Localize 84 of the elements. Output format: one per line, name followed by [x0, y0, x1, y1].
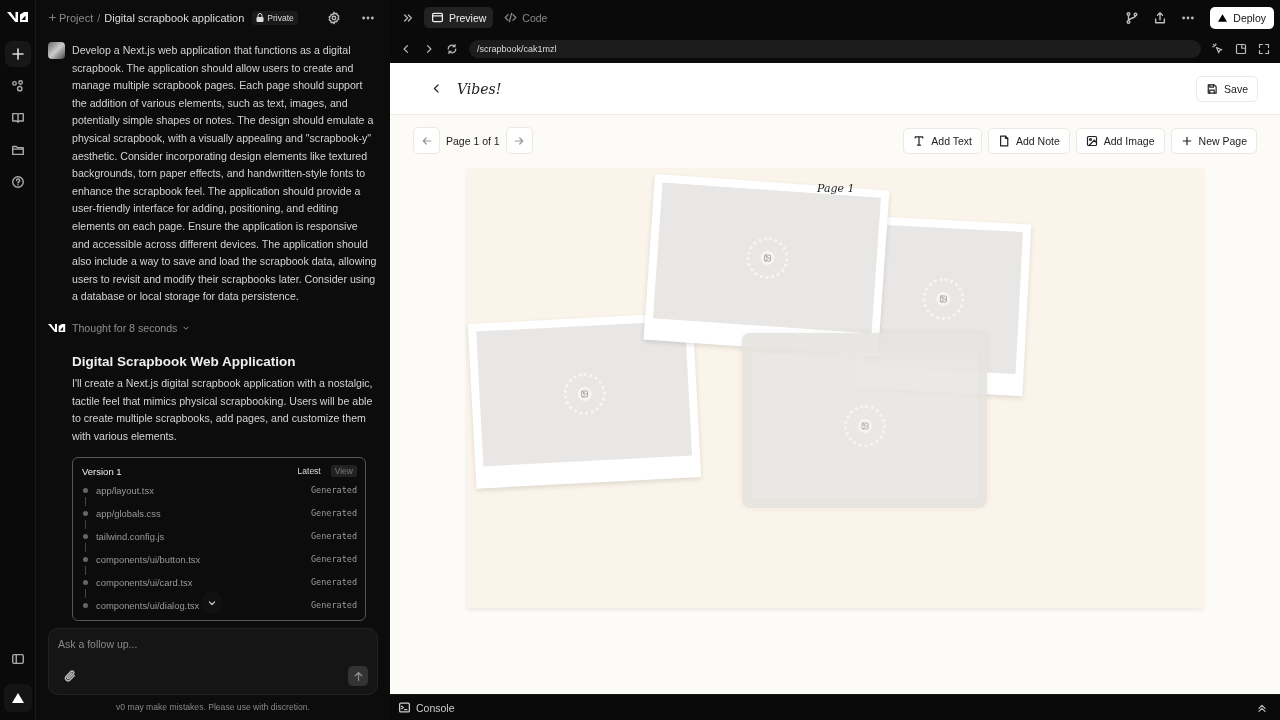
- scrapbook-title: Vibes!: [457, 80, 502, 97]
- file-dot-icon: [83, 556, 88, 562]
- lock-icon: [256, 13, 265, 22]
- send-button[interactable]: [348, 666, 368, 686]
- file-dot-icon: [83, 487, 88, 493]
- image-icon: [762, 253, 772, 263]
- tab[interactable]: Code: [497, 7, 555, 28]
- page-indicator: Page 1 of 1: [446, 134, 500, 147]
- window-icon: [431, 11, 444, 24]
- file-status: Generated: [310, 577, 357, 588]
- note-icon: [997, 134, 1010, 147]
- breadcrumb-separator: /: [97, 11, 101, 24]
- thought-toggle[interactable]: Thought for 8 seconds: [72, 321, 192, 334]
- logo-icon: [48, 322, 66, 333]
- plus-icon: [9, 46, 26, 62]
- refresh-icon: [446, 43, 458, 55]
- project-link[interactable]: Project: [48, 11, 94, 24]
- plus-icon: [1180, 134, 1193, 147]
- panel-icon: [10, 652, 25, 666]
- save-button[interactable]: Save: [1196, 75, 1258, 102]
- file-dot-icon: [83, 533, 88, 539]
- file-status: Generated: [310, 508, 357, 519]
- save-icon: [1206, 82, 1219, 95]
- user-avatar: [48, 42, 65, 59]
- plus-icon: [48, 13, 57, 22]
- disclaimer-text: v0 may make mistakes. Please use with discretion.: [115, 701, 311, 714]
- branch-icon: [1125, 10, 1140, 25]
- user-prompt: Develop a Next.js web application that functions as a digital scrapbook. The application should allow users to create and manage multiple scrapbook pages. Each page should support the addition of various elements, such as text, images, and potentially simple shapes or notes. The design should emulate a physical scrapbook, with a visually appealing and "scrapbook-y" aesthetic. Consider incorporating design elements like textured backgrounds, torn paper effects, and handwritten-style fonts to enhance the scrapbook feel. The application should provide a user-friendly interface for adding, positioning, and editing elements on each page. Ensure the application is responsive and accessible across different devices. The application should also include a way to save and load the scrapbook data, allowing users to revisit and modify their scrapbooks later. Consider using a database or local storage for data persistence.: [72, 43, 377, 305]
- file-name[interactable]: app/globals.css: [96, 507, 303, 519]
- file-name[interactable]: components/ui/button.tsx: [96, 553, 303, 565]
- toolbar-button[interactable]: Add Text: [903, 127, 982, 154]
- nodes-icon: [10, 79, 25, 93]
- share-icon: [1153, 10, 1168, 25]
- page-title: Page 1: [817, 182, 855, 195]
- image-icon: [579, 389, 589, 398]
- window-icon: [1235, 43, 1247, 55]
- account-button[interactable]: [3, 684, 32, 712]
- image-icon: [860, 421, 869, 430]
- scroll-down-button[interactable]: [201, 592, 223, 614]
- new-chat-button[interactable]: [4, 41, 31, 67]
- toolbar-button[interactable]: Add Note: [987, 127, 1070, 154]
- file-dot-icon: [83, 579, 88, 585]
- file-dot-icon: [83, 602, 88, 608]
- image-icon: [1085, 134, 1098, 147]
- double-chevron-icon: [402, 11, 414, 24]
- cursor-icon: [1212, 43, 1224, 55]
- help-icon: [10, 175, 25, 189]
- message-input[interactable]: Ask a follow up...: [58, 638, 368, 650]
- triangle-icon: [11, 693, 24, 703]
- private-badge: Private: [252, 10, 298, 25]
- file-name[interactable]: components/ui/dialog.tsx: [96, 599, 303, 611]
- console-button[interactable]: Console: [398, 701, 455, 714]
- project-title[interactable]: Digital scrapbook application: [104, 11, 245, 24]
- settings-icon: [327, 10, 341, 25]
- tab[interactable]: Preview: [424, 7, 494, 28]
- logo-icon[interactable]: [6, 11, 29, 23]
- text-icon: [913, 134, 926, 147]
- book-icon: [10, 111, 25, 125]
- image-icon: [939, 294, 948, 304]
- response-heading: Digital Scrapbook Web Application: [72, 353, 297, 369]
- view-button[interactable]: View: [330, 465, 357, 478]
- file-name[interactable]: components/ui/card.tsx: [96, 576, 303, 588]
- triangle-icon: [1218, 13, 1228, 22]
- terminal-icon: [398, 701, 411, 714]
- file-status: Generated: [310, 485, 357, 496]
- arrow-left-icon: [420, 134, 433, 147]
- version-status: Latest: [297, 466, 321, 477]
- version-title: Version 1: [82, 465, 123, 477]
- deploy-button[interactable]: Deploy: [1210, 6, 1274, 29]
- response-text: I'll create a Next.js digital scrapbook application with a nostalgic, tactile feel that mimics physical scrapbooking. Users will be able to create multiple scrapbooks, add pages, and customize them with various elements.: [72, 375, 374, 444]
- file-status: Generated: [310, 600, 357, 611]
- file-dot-icon: [83, 510, 88, 516]
- file-status: Generated: [310, 554, 357, 565]
- folder-icon: [10, 143, 25, 157]
- expand-icon: [1258, 43, 1270, 55]
- toolbar-button[interactable]: New Page: [1170, 127, 1257, 154]
- arrow-right-icon: [513, 134, 526, 147]
- paperclip-icon: [63, 669, 77, 683]
- file-name[interactable]: app/layout.tsx: [96, 484, 303, 496]
- toolbar-button[interactable]: Add Image: [1075, 127, 1165, 154]
- file-status: Generated: [310, 531, 357, 542]
- file-name[interactable]: tailwind.config.js: [96, 530, 303, 542]
- url-field[interactable]: /scrapbook/cak1mzl: [469, 40, 1201, 58]
- code-icon: [504, 11, 518, 24]
